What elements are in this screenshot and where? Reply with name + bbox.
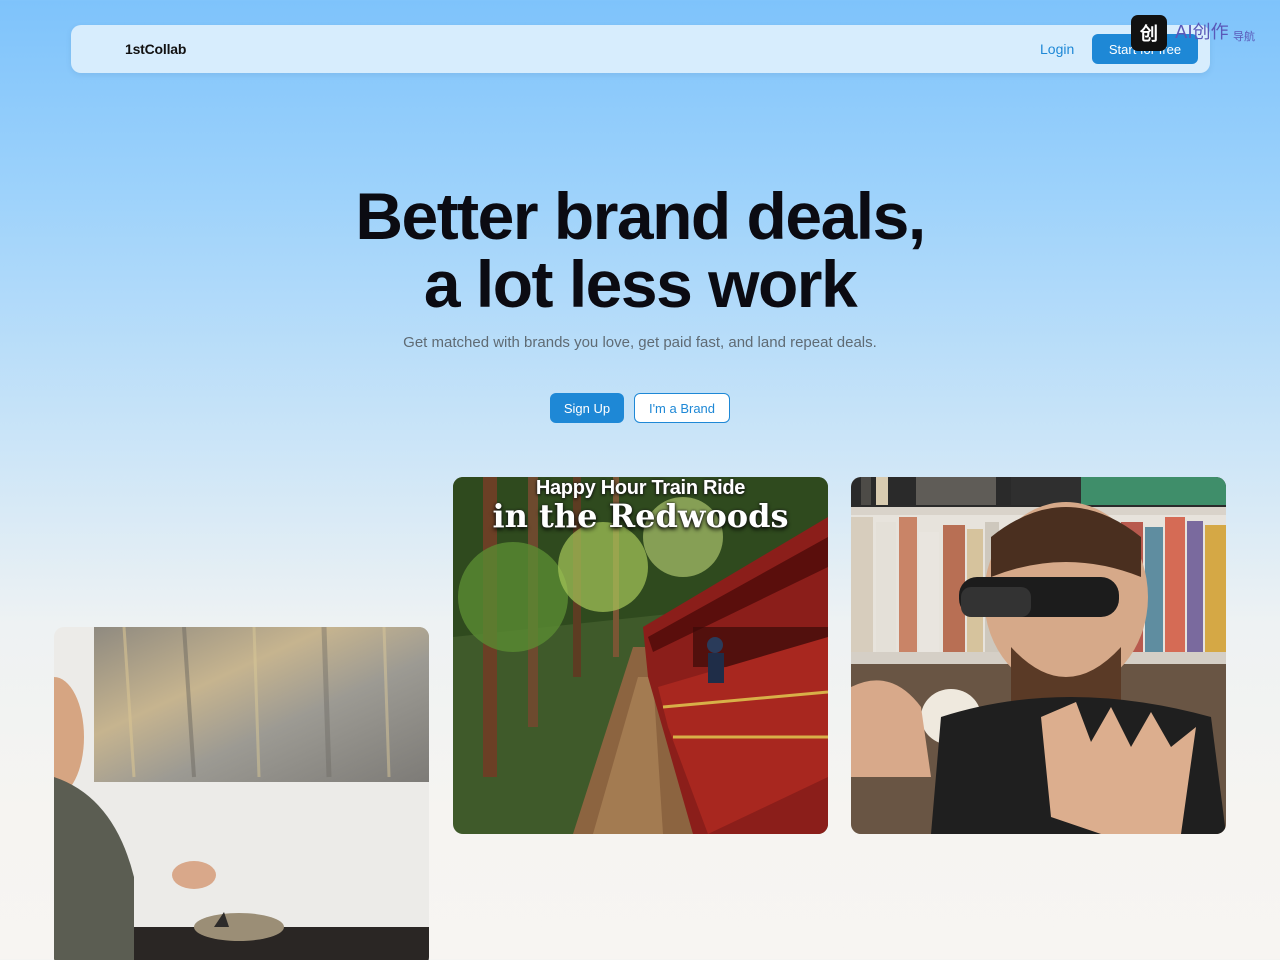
login-link[interactable]: Login: [1040, 41, 1074, 57]
logo-text[interactable]: 1stCollab: [125, 41, 186, 57]
hero-title: Better brand deals, a lot less work: [0, 182, 1280, 318]
sign-up-button[interactable]: Sign Up: [550, 393, 624, 423]
watermark-badge: 创 AI创作 导航: [1131, 15, 1267, 51]
watermark-icon: 创: [1131, 15, 1167, 51]
watermark-sub: 导航: [1233, 30, 1255, 43]
hero-title-line1: Better brand deals,: [355, 179, 926, 253]
video-caption-big: in the Redwoods: [492, 497, 789, 535]
navbar: 1stCollab Login Start for free: [71, 25, 1210, 73]
hero-title-line2: a lot less work: [423, 247, 858, 321]
creator-video-image-3: [851, 477, 1226, 834]
creator-video-card-3[interactable]: [851, 477, 1226, 834]
creator-video-image-1: [54, 627, 429, 960]
hero-subtitle: Get matched with brands you love, get pa…: [403, 334, 877, 351]
im-a-brand-button[interactable]: I'm a Brand: [634, 393, 730, 423]
creator-video-card-2[interactable]: Happy Hour Train Ride in the Redwoods: [453, 477, 828, 834]
creator-video-card-1[interactable]: [54, 627, 429, 960]
watermark-text: AI创作: [1175, 22, 1229, 43]
